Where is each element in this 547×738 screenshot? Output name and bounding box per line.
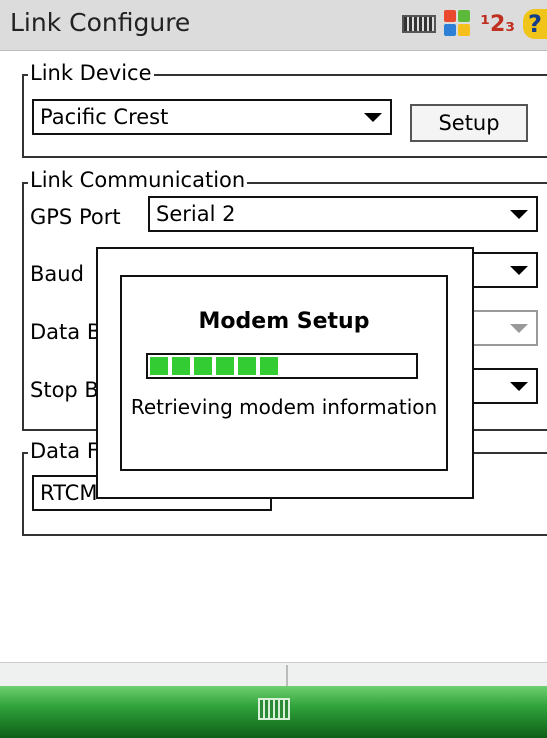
modem-setup-panel: Modem Setup Retrieving modem information [120,275,448,471]
modal-title: Modem Setup [198,309,370,334]
progress-fill [150,357,278,375]
link-device-select[interactable]: Pacific Crest [32,99,392,135]
modem-setup-dialog: Modem Setup Retrieving modem information [96,247,474,499]
input-mode-indicator[interactable]: ¹2₃ [480,12,515,37]
baud-label: Baud [30,262,84,286]
progress-segment [150,357,168,375]
link-communication-legend: Link Communication [28,168,248,192]
status-text: Retrieving modem information [130,395,438,419]
stop-bits-label: Stop B [30,378,99,402]
chevron-down-icon [510,382,528,391]
link-device-legend: Link Device [28,61,154,85]
link-device-value: Pacific Crest [40,105,169,129]
setup-button[interactable]: Setup [410,104,528,142]
progress-bar [146,353,418,379]
window-title: Link Configure [10,8,191,37]
keyboard-icon[interactable] [258,698,290,720]
softkey-separator [286,665,288,687]
data-bits-label: Data B [30,320,102,344]
keyboard-icon[interactable] [402,15,437,33]
data-format-value: RTCM [40,481,98,505]
progress-segment [260,357,278,375]
progress-segment [216,357,234,375]
title-bar: Link Configure ¹2₃ ? [0,0,547,51]
help-icon[interactable]: ? [523,9,547,39]
gps-port-value: Serial 2 [156,202,236,226]
start-flag-icon[interactable] [444,10,472,38]
gps-port-select[interactable]: Serial 2 [148,196,538,232]
progress-segment [238,357,256,375]
progress-segment [172,357,190,375]
gps-port-label: GPS Port [30,205,121,229]
system-tray: ¹2₃ ? [402,6,547,42]
progress-segment [194,357,212,375]
taskbar [0,686,547,738]
chevron-down-icon [364,113,382,122]
chevron-down-icon [510,210,528,219]
chevron-down-icon [510,324,528,333]
softkey-bar [0,662,547,687]
chevron-down-icon [510,266,528,275]
data-format-legend: Data F [28,439,101,463]
